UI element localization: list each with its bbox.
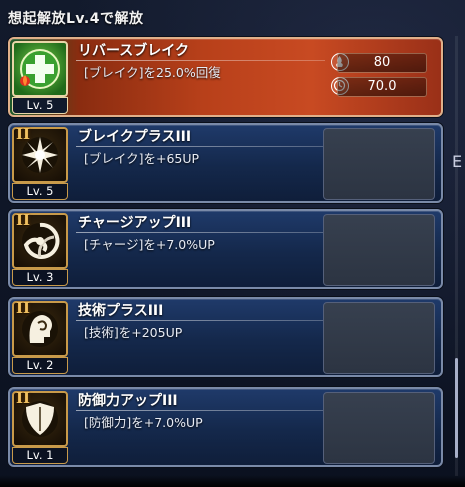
skill-name: ブレイクプラスIII: [78, 129, 192, 145]
skill-name: 防御力アップIII: [78, 393, 178, 409]
skill-name: 技術プラスIII: [78, 303, 164, 319]
skill-level: Lv. 5: [12, 183, 68, 200]
scrollbar[interactable]: [455, 36, 458, 476]
divider: [76, 232, 325, 233]
skill-card-technique-plus[interactable]: II Lv. 2 技術プラスIII [技術]を+205UP: [8, 297, 443, 377]
skill-description: [チャージ]を+7.0%UP: [84, 237, 215, 252]
skill-name: リバースブレイク: [78, 43, 190, 59]
skill-card-defense-up[interactable]: II Lv. 1 防御力アップIII [防御力]を+7.0%UP: [8, 387, 443, 467]
bottom-fade: [0, 475, 465, 487]
skill-card-reverse-break[interactable]: Lv. 5 リバースブレイク [ブレイク]を25.0%回復 80 70.0: [8, 37, 443, 117]
tier-badge: II: [16, 125, 31, 143]
skill-level: Lv. 2: [12, 357, 68, 374]
divider: [76, 60, 325, 61]
skill-description: [ブレイク]を25.0%回復: [84, 65, 221, 80]
skill-description: [ブレイク]を+65UP: [84, 151, 200, 166]
skill-card-charge-up[interactable]: II Lv. 3 チャージアップIII [チャージ]を+7.0%UP: [8, 209, 443, 289]
tier-badge: II: [16, 211, 31, 229]
skill-name: チャージアップIII: [78, 215, 192, 231]
skill-level: Lv. 3: [12, 269, 68, 286]
tier-badge: II: [16, 389, 31, 407]
cross-heal-icon: [12, 41, 68, 97]
scrollbar-thumb[interactable]: [455, 358, 458, 458]
skill-level: Lv. 5: [12, 97, 68, 114]
skill-level: Lv. 1: [12, 447, 68, 464]
empty-slot: [323, 214, 435, 286]
divider: [76, 146, 325, 147]
skill-description: [防御力]を+7.0%UP: [84, 415, 203, 430]
charge-value: 70.0: [337, 77, 427, 97]
cost-value: 80: [337, 53, 427, 73]
skill-card-break-plus[interactable]: II Lv. 5 ブレイクプラスIII [ブレイク]を+65UP: [8, 123, 443, 203]
empty-slot: [323, 392, 435, 464]
empty-slot: [323, 128, 435, 200]
skill-description: [技術]を+205UP: [84, 325, 183, 340]
empty-slot: [323, 302, 435, 374]
section-header: 想起解放Lv.4で解放: [8, 11, 144, 27]
divider: [76, 320, 325, 321]
tier-badge: II: [16, 299, 31, 317]
divider: [76, 410, 325, 411]
